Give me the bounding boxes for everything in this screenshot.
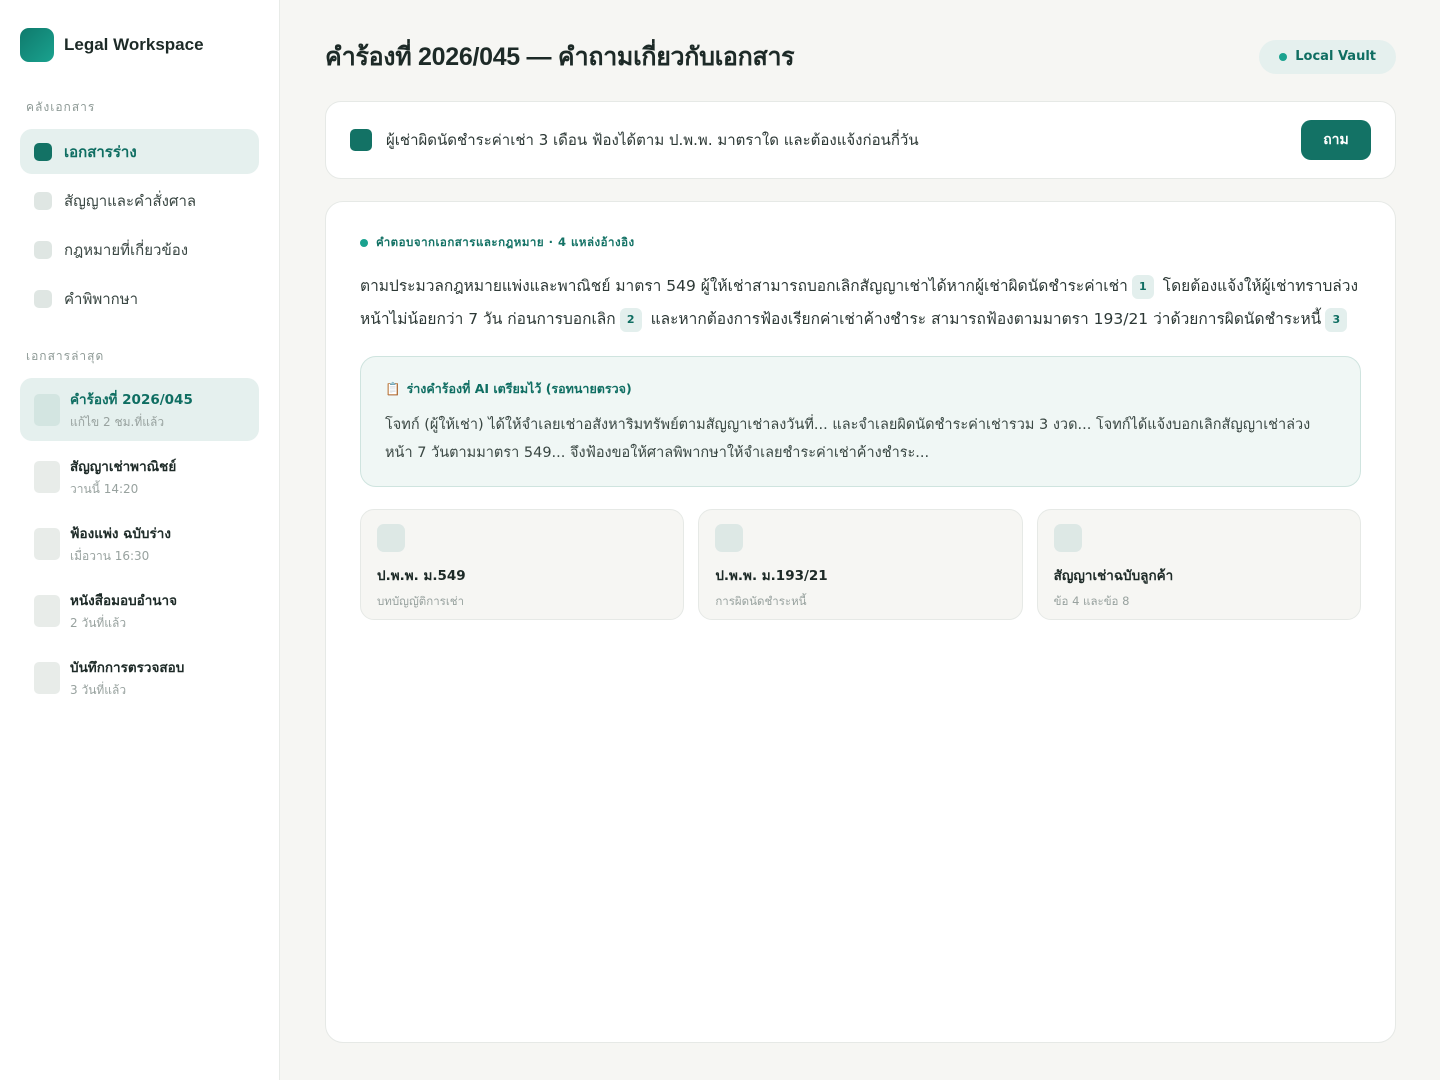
source-icon: [1053, 524, 1082, 552]
query-icon: [350, 129, 372, 151]
library-section-label: คลังเอกสาร: [26, 100, 96, 114]
source-card[interactable]: สัญญาเช่าฉบับลูกค้า ข้อ 4 และข้อ 8: [1036, 509, 1361, 620]
document-icon: [34, 460, 60, 493]
query-box: ผู้เช่าผิดนัดชำระค่าเช่า 3 เดือน ฟ้องได้…: [325, 101, 1396, 179]
vault-status-badge[interactable]: Local Vault: [1259, 39, 1396, 74]
recent-doc-time: วานนี้ 14:20: [70, 481, 139, 496]
sidebar-item-label: คำพิพากษา: [64, 289, 139, 308]
draft-title-label: ร่างคำร้องที่ AI เตรียมไว้ (รอทนายตรวจ): [406, 381, 632, 396]
source-icon: [715, 524, 744, 552]
ai-draft-box[interactable]: 📋 ร่างคำร้องที่ AI เตรียมไว้ (รอทนายตรวจ…: [360, 356, 1361, 487]
answer-part: และหากต้องการฟ้องเรียกค่าเช่าค้างชำระ สา…: [650, 310, 1322, 328]
recent-doc-item[interactable]: สัญญาเช่าพาณิชย์ วานนี้ 14:20: [20, 445, 259, 508]
sidebar: Legal Workspace คลังเอกสาร เอกสารร่าง สั…: [0, 0, 280, 1080]
judgments-icon: [34, 289, 52, 308]
source-card[interactable]: ป.พ.พ. ม.549 บทบัญญัติการเช่า: [360, 509, 685, 620]
source-subtitle: ข้อ 4 และข้อ 8: [1053, 594, 1130, 608]
page-title: คำร้องที่ 2026/045 — คำถามเกี่ยวกับเอกสา…: [325, 42, 795, 71]
vault-badge-label: Local Vault: [1295, 49, 1376, 64]
recent-doc-title: หนังสือมอบอำนาจ: [70, 592, 178, 609]
citation-badge[interactable]: 3: [1325, 307, 1348, 332]
source-title: ป.พ.พ. ม.549: [377, 568, 466, 584]
answer-dot-icon: [360, 239, 368, 247]
sidebar-item-label: เอกสารร่าง: [64, 142, 137, 161]
draft-text: โจทก์ (ผู้ให้เช่า) ได้ให้จำเลยเช่าอสังหา…: [385, 417, 1311, 461]
draft-title: 📋 ร่างคำร้องที่ AI เตรียมไว้ (รอทนายตรวจ…: [385, 379, 1336, 399]
drafts-icon: [34, 142, 52, 161]
document-icon: [34, 527, 60, 560]
answer-part: ตามประมวลกฎหมายแพ่งและพาณิชย์ มาตรา 549 …: [360, 277, 1128, 295]
brand[interactable]: Legal Workspace: [20, 28, 259, 62]
recent-doc-time: 2 วันที่แล้ว: [70, 615, 127, 630]
source-card[interactable]: ป.พ.พ. ม.193/21 การผิดนัดชำระหนี้: [698, 509, 1023, 620]
recent-doc-title: ฟ้องแพ่ง ฉบับร่าง: [70, 525, 171, 542]
recent-doc-title: คำร้องที่ 2026/045: [70, 391, 193, 408]
recent-section-label: เอกสารล่าสุด: [26, 349, 105, 363]
document-icon: [34, 594, 60, 627]
recent-doc-title: บันทึกการตรวจสอบ: [70, 659, 185, 676]
source-title: สัญญาเช่าฉบับลูกค้า: [1053, 568, 1174, 584]
document-icon: [34, 661, 60, 694]
source-subtitle: การผิดนัดชำระหนี้: [715, 594, 807, 608]
brand-name: Legal Workspace: [64, 35, 204, 54]
contracts-icon: [34, 191, 52, 210]
sidebar-item-judgments[interactable]: คำพิพากษา: [20, 276, 259, 321]
recent-doc-item[interactable]: คำร้องที่ 2026/045 แก้ไข 2 ชม.ที่แล้ว: [20, 378, 259, 441]
citation-badge[interactable]: 1: [1131, 274, 1154, 299]
sidebar-item-contracts[interactable]: สัญญาและคำสั่งศาล: [20, 178, 259, 223]
source-icon: [377, 524, 405, 552]
page-header: คำร้องที่ 2026/045 — คำถามเกี่ยวกับเอกสา…: [325, 0, 1396, 101]
answer-card: คำตอบจากเอกสารและกฎหมาย · 4 แหล่งอ้างอิง…: [325, 201, 1396, 1043]
status-dot-icon: [1279, 52, 1288, 61]
sidebar-item-laws[interactable]: กฎหมายที่เกี่ยวข้อง: [20, 227, 259, 272]
recent-doc-title: สัญญาเช่าพาณิชย์: [70, 458, 177, 475]
main-content: คำร้องที่ 2026/045 — คำถามเกี่ยวกับเอกสา…: [325, 0, 1396, 1043]
source-subtitle: บทบัญญัติการเช่า: [377, 594, 465, 608]
brand-logo-icon: [20, 28, 54, 62]
ask-button[interactable]: ถาม: [1301, 120, 1371, 160]
source-list: ป.พ.พ. ม.549 บทบัญญัติการเช่า ป.พ.พ. ม.1…: [360, 509, 1361, 620]
recent-doc-time: เมื่อวาน 16:30: [70, 548, 150, 563]
document-icon: [34, 393, 60, 426]
source-title: ป.พ.พ. ม.193/21: [715, 568, 828, 584]
laws-icon: [34, 240, 52, 259]
clipboard-icon: 📋: [385, 381, 401, 396]
recent-doc-time: แก้ไข 2 ชม.ที่แล้ว: [70, 414, 165, 429]
answer-text: ตามประมวลกฎหมายแพ่งและพาณิชย์ มาตรา 549 …: [360, 270, 1361, 336]
recent-doc-time: 3 วันที่แล้ว: [70, 682, 127, 697]
citation-badge[interactable]: 2: [619, 307, 642, 332]
recent-doc-item[interactable]: บันทึกการตรวจสอบ 3 วันที่แล้ว: [20, 646, 259, 709]
recent-doc-item[interactable]: ฟ้องแพ่ง ฉบับร่าง เมื่อวาน 16:30: [20, 512, 259, 575]
sidebar-item-label: กฎหมายที่เกี่ยวข้อง: [64, 240, 189, 259]
recent-doc-item[interactable]: หนังสือมอบอำนาจ 2 วันที่แล้ว: [20, 579, 259, 642]
answer-meta: คำตอบจากเอกสารและกฎหมาย · 4 แหล่งอ้างอิง: [360, 234, 1361, 252]
sidebar-item-drafts[interactable]: เอกสารร่าง: [20, 129, 259, 174]
sidebar-item-label: สัญญาและคำสั่งศาล: [64, 191, 197, 210]
answer-meta-label: คำตอบจากเอกสารและกฎหมาย · 4 แหล่งอ้างอิง: [376, 235, 635, 249]
query-input[interactable]: ผู้เช่าผิดนัดชำระค่าเช่า 3 เดือน ฟ้องได้…: [386, 128, 1287, 152]
